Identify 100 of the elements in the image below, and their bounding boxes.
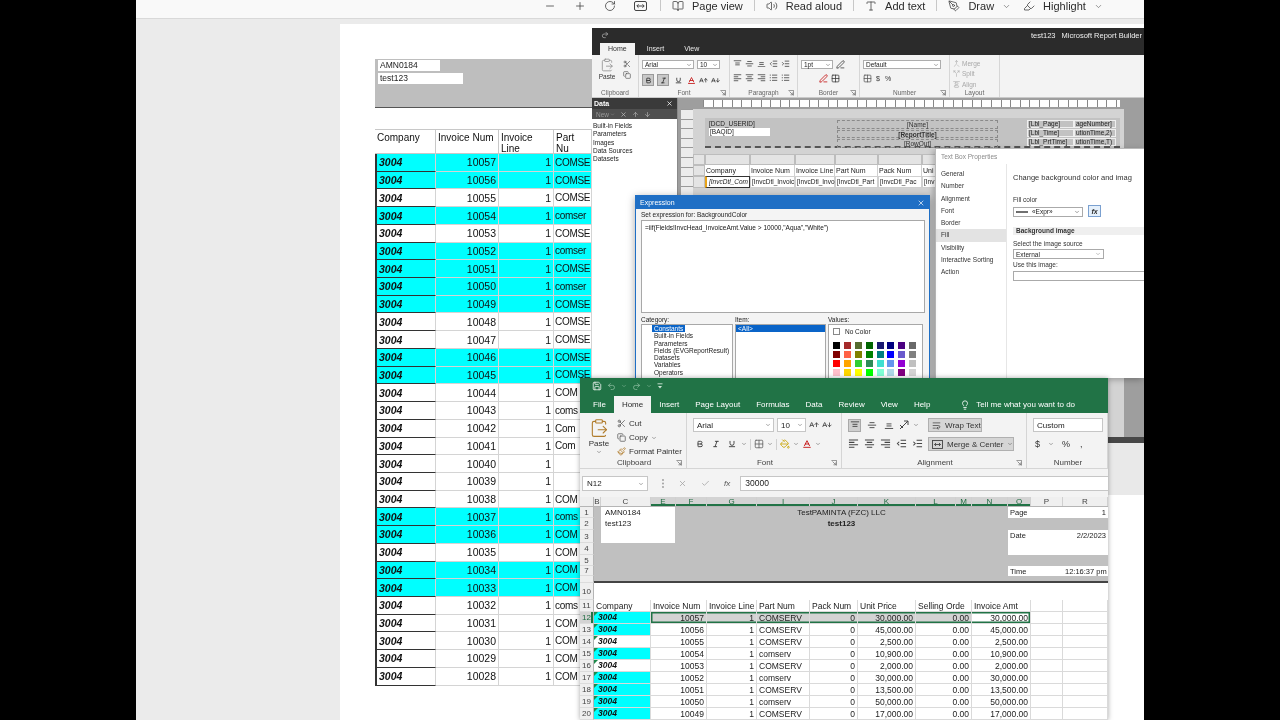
number-style-button[interactable]: % [1060, 439, 1073, 449]
row-header[interactable]: 7 [580, 566, 594, 576]
row-header[interactable] [580, 576, 594, 583]
copy-icon[interactable] [623, 71, 631, 79]
color-swatch-icon[interactable] [909, 369, 917, 376]
color-swatch-icon[interactable] [909, 351, 917, 358]
color-swatch-icon[interactable] [865, 369, 873, 376]
column-header[interactable]: P [1031, 497, 1063, 506]
column-header[interactable]: B [594, 497, 601, 506]
pen-icon[interactable] [819, 74, 828, 83]
formula-input[interactable]: 30000 [740, 476, 1108, 491]
draw-button[interactable]: Draw [942, 0, 1018, 12]
color-swatch-icon[interactable] [843, 369, 851, 376]
column-header[interactable]: K [858, 497, 916, 506]
shrink-font-icon[interactable] [822, 420, 832, 430]
column-header[interactable]: G [707, 497, 757, 506]
color-swatch-icon[interactable] [898, 360, 906, 367]
color-swatch-icon[interactable] [887, 351, 895, 358]
outdent-icon[interactable] [769, 60, 778, 68]
color-swatch-icon[interactable] [909, 342, 917, 349]
grid-icon[interactable] [863, 74, 872, 83]
align-bottom-icon[interactable] [757, 60, 766, 68]
color-swatch-icon[interactable] [843, 351, 851, 358]
name-box[interactable]: N12 [582, 476, 648, 491]
color-swatch-icon[interactable] [887, 342, 895, 349]
tell-me-search[interactable]: Tell me what you want to do [960, 396, 1076, 413]
number-style-button[interactable]: $ [1033, 439, 1042, 449]
list-icon[interactable] [781, 74, 790, 82]
highlight-button[interactable]: Highlight [1017, 0, 1109, 12]
shrink-font-icon[interactable] [711, 75, 720, 85]
row-header[interactable]: 2 [580, 518, 594, 530]
cancel-icon[interactable] [678, 479, 687, 488]
ribbon-tab[interactable]: Home [613, 396, 652, 413]
column-handle[interactable] [750, 154, 795, 165]
color-swatch-icon[interactable] [843, 342, 851, 349]
column-handle[interactable] [878, 154, 922, 165]
close-icon[interactable] [666, 100, 673, 107]
color-swatch-icon[interactable] [898, 369, 906, 376]
column-header[interactable]: M [956, 497, 972, 506]
color-swatch-icon[interactable] [887, 369, 895, 376]
column-handle[interactable] [705, 154, 750, 165]
color-swatch-icon[interactable] [833, 360, 840, 367]
color-swatch-icon[interactable] [865, 351, 873, 358]
color-swatch-icon[interactable] [909, 360, 917, 367]
arrow-down-icon[interactable] [644, 110, 651, 118]
italic-button[interactable] [657, 74, 669, 86]
checkbox[interactable] [833, 327, 840, 335]
font-name-field[interactable]: Arial [693, 418, 774, 432]
color-swatch-icon[interactable] [876, 369, 884, 376]
row-header[interactable]: 10 [580, 583, 594, 600]
row-header[interactable]: 17 [580, 672, 594, 684]
column-header[interactable]: N [972, 497, 1008, 506]
column-header[interactable]: J [810, 497, 858, 506]
list-icon[interactable] [769, 74, 778, 82]
color-swatch-icon[interactable] [898, 342, 906, 349]
color-swatch-icon[interactable] [876, 342, 884, 349]
align-middle-icon[interactable] [745, 60, 754, 68]
color-swatch-icon[interactable] [865, 360, 873, 367]
column-header[interactable]: E [651, 497, 676, 506]
font-size-field[interactable]: 10 [777, 418, 806, 432]
dialog-launcher-icon[interactable] [831, 459, 837, 466]
color-swatch-icon[interactable] [854, 369, 862, 376]
color-swatch-icon[interactable] [854, 351, 862, 358]
image-field[interactable] [1013, 271, 1144, 281]
dialog-launcher-icon[interactable] [788, 89, 794, 96]
color-swatch-icon[interactable] [876, 360, 884, 367]
dialog-launcher-icon[interactable] [850, 89, 856, 96]
page-view-button[interactable]: Page view [666, 0, 749, 12]
format-painter-button[interactable]: Format Painter [617, 445, 682, 457]
dialog-launcher-icon[interactable] [940, 89, 946, 96]
redo-icon[interactable] [601, 31, 609, 39]
color-swatch-icon[interactable] [876, 351, 884, 358]
close-icon[interactable] [917, 198, 925, 207]
bold-button[interactable] [642, 74, 654, 86]
row-handle[interactable] [693, 176, 705, 188]
insert-function-button[interactable]: fx [724, 479, 731, 488]
color-swatch-icon[interactable] [865, 342, 873, 349]
row-header[interactable]: 13 [580, 624, 594, 636]
align-top-icon[interactable] [733, 60, 742, 68]
merge-center-button[interactable]: Merge & Center [928, 437, 1014, 451]
delete-icon[interactable] [620, 110, 627, 118]
font-color-icon[interactable] [687, 75, 696, 85]
pen-icon[interactable] [836, 60, 845, 69]
row-header[interactable]: 14 [580, 636, 594, 648]
ribbon-tab[interactable]: Help [905, 396, 939, 413]
grow-font-icon[interactable] [809, 420, 819, 430]
column-header[interactable]: O [1008, 497, 1031, 506]
copy-button[interactable]: Copy [617, 431, 657, 444]
column-handle[interactable] [795, 154, 835, 165]
font-color-icon[interactable] [802, 439, 812, 449]
align-left-icon[interactable] [848, 439, 859, 449]
read-aloud-button[interactable]: Read aloud [759, 0, 849, 12]
align-center-icon[interactable] [864, 439, 875, 449]
ribbon-tab[interactable]: Review [830, 396, 873, 413]
row-header[interactable]: 4 [580, 543, 594, 555]
row-header[interactable]: 20 [580, 708, 594, 720]
color-swatch-icon[interactable] [833, 369, 840, 376]
save-icon[interactable] [592, 381, 602, 391]
border-icon[interactable] [754, 439, 764, 449]
dialog-launcher-icon[interactable] [676, 459, 682, 466]
